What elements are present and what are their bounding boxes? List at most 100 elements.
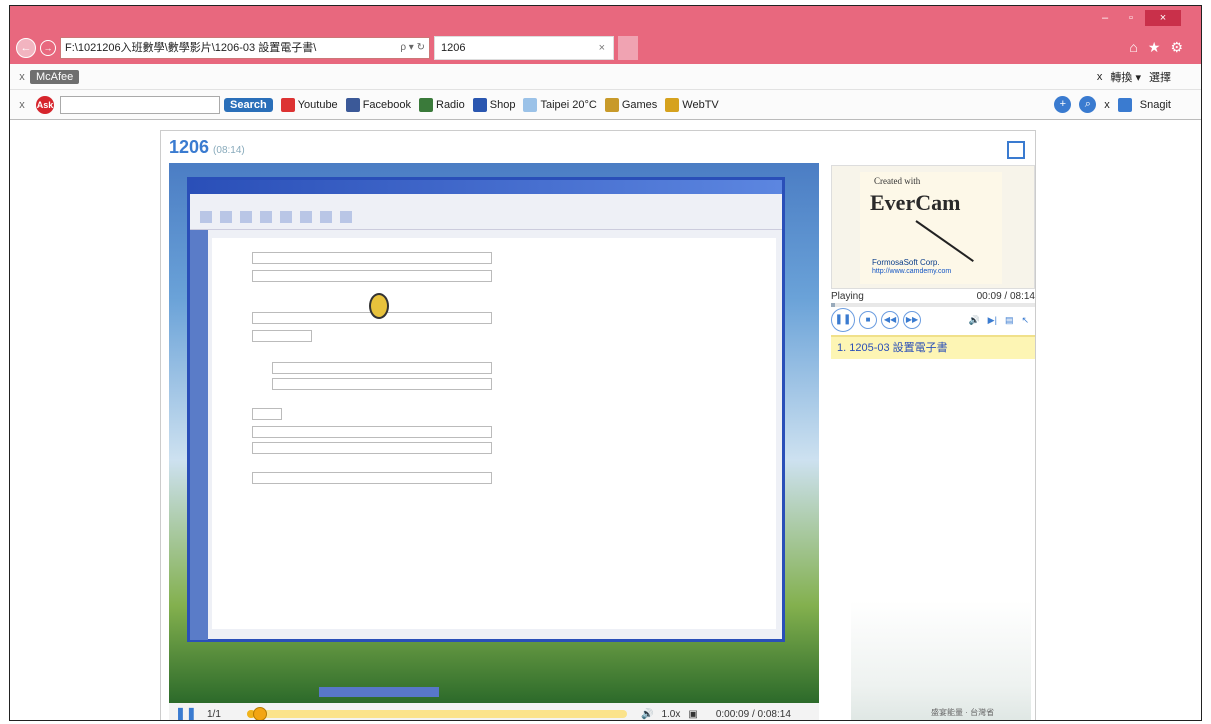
speed-label[interactable]: 1.0x <box>661 709 680 720</box>
tool-icon <box>220 210 232 223</box>
tool-icon <box>340 210 352 223</box>
convert-button[interactable]: 轉換 ▾ <box>1110 69 1141 85</box>
tab-active[interactable]: 1206 × <box>434 36 614 60</box>
layout-icon[interactable]: ▤ <box>1005 315 1014 326</box>
recorded-app-titlebar <box>190 180 782 194</box>
volume-icon[interactable]: 🔊 <box>641 709 653 720</box>
new-tab-button[interactable] <box>618 36 638 60</box>
pen-cursor-icon <box>369 293 389 319</box>
presenter-thumbnail: Created with EverCam FormosaSoft Corp. h… <box>831 165 1035 289</box>
close-button[interactable]: × <box>1145 10 1181 26</box>
volume-icon[interactable]: 🔊 <box>968 315 979 326</box>
snagit-button[interactable]: Snagit <box>1140 99 1171 111</box>
pause-button[interactable]: ❚❚ <box>175 706 197 720</box>
link-games[interactable]: Games <box>604 97 658 112</box>
stop-icon[interactable]: ■ <box>859 311 877 329</box>
link-label: Games <box>621 98 658 111</box>
evercam-logo: Created with EverCam FormosaSoft Corp. h… <box>860 172 1002 284</box>
link-label: Radio <box>436 98 465 111</box>
maximize-button[interactable]: ▫ <box>1119 10 1143 26</box>
video-duration: (08:14) <box>213 145 245 156</box>
tab-close-button[interactable]: × <box>599 37 613 59</box>
form-field <box>252 270 492 282</box>
control-icons: 🔊 1.0x ▣ <box>641 709 698 720</box>
fullscreen-icon[interactable] <box>1007 141 1025 159</box>
tool-icon <box>280 210 292 223</box>
decorative-landscape <box>851 601 1031 720</box>
link-youtube[interactable]: Youtube <box>280 97 338 112</box>
home-icon[interactable]: ⌂ <box>1129 39 1137 56</box>
snagit-icon <box>1117 97 1132 112</box>
link-label: Youtube <box>297 98 338 111</box>
address-bar[interactable]: F:\1021206入班數學\數學影片\1206-03 設置電子書\ ρ ▾ ↻ <box>60 37 430 59</box>
minimize-button[interactable]: – <box>1093 10 1117 26</box>
add-icon[interactable]: + <box>1054 96 1072 113</box>
pause-icon[interactable]: ❚❚ <box>831 308 855 332</box>
toolbar1-right: x 轉換 ▾ 選擇 <box>1097 69 1171 85</box>
seek-bar[interactable] <box>247 707 627 720</box>
brand-label: EverCam <box>870 190 961 215</box>
shop-icon <box>472 97 487 112</box>
toc-item[interactable]: 1. 1205-03 設置電子書 <box>831 335 1035 359</box>
facebook-icon <box>345 97 360 112</box>
seek-knob[interactable] <box>252 707 267 720</box>
form-field <box>252 426 492 438</box>
recorded-scrollbar <box>319 687 439 697</box>
link-radio[interactable]: Radio <box>419 97 465 112</box>
nav-row: ← → F:\1021206入班數學\數學影片\1206-03 設置電子書\ ρ… <box>16 36 638 60</box>
recorded-app-form <box>212 238 776 629</box>
url-label: http://www.camdemy.com <box>872 268 952 275</box>
recorded-app-sidebar <box>190 230 208 640</box>
pointer-icon <box>915 220 974 262</box>
cursor-icon[interactable]: ↖ <box>1021 315 1029 326</box>
ask-toolbar: x Ask Search Youtube Facebook Radio Shop… <box>10 90 1201 120</box>
form-field <box>272 362 492 374</box>
form-field <box>252 252 492 264</box>
video-frame[interactable] <box>169 163 819 703</box>
link-shop[interactable]: Shop <box>472 97 515 112</box>
search-input[interactable] <box>60 95 220 114</box>
form-field <box>252 408 282 420</box>
screen-icon[interactable]: ▣ <box>688 709 697 720</box>
tool-icon <box>240 210 252 223</box>
skip-icon[interactable]: ▶| <box>988 315 997 326</box>
search-icon[interactable]: ⌕ <box>1079 96 1097 113</box>
favorites-icon[interactable]: ★ <box>1148 39 1161 56</box>
toolbar2-right-close[interactable]: x <box>1104 99 1110 111</box>
tab-title: 1206 <box>441 42 466 54</box>
video-title: 1206 <box>169 137 210 157</box>
playback-status: Playing 00:09 / 08:14 <box>831 291 1035 302</box>
select-button[interactable]: 選擇 <box>1149 69 1171 85</box>
form-field <box>252 472 492 484</box>
toolbar1-right-close[interactable]: x <box>1097 71 1103 83</box>
evercam-player: 1206 (08:14) ❚❚ 1/1 🔊 1.0x ▣ 0:00:09 / 0… <box>160 130 1036 720</box>
link-webtv[interactable]: WebTV <box>665 97 719 112</box>
radio-icon <box>419 97 433 112</box>
back-button[interactable]: ← <box>16 38 36 58</box>
rewind-icon[interactable]: ◀◀ <box>881 311 899 329</box>
games-icon <box>604 97 619 112</box>
screen: – ▫ × ← → F:\1021206入班數學\數學影片\1206-03 設置… <box>9 5 1202 721</box>
player-title: 1206 (08:14) <box>169 137 245 158</box>
mcafee-button[interactable]: McAfee <box>30 69 80 84</box>
status-label: Playing <box>831 291 864 302</box>
search-button[interactable]: Search <box>224 97 273 112</box>
browser-tools: ⌂ ★ ⚙ <box>1129 39 1183 56</box>
address-tools[interactable]: ρ ▾ ↻ <box>400 38 429 58</box>
webtv-icon <box>665 97 680 112</box>
status-time: 00:09 / 08:14 <box>976 291 1035 302</box>
link-label: WebTV <box>682 98 719 111</box>
form-field <box>272 378 492 390</box>
forward-icon[interactable]: ▶▶ <box>903 311 921 329</box>
weather-icon <box>523 97 538 112</box>
tool-icon <box>200 210 212 223</box>
settings-icon[interactable]: ⚙ <box>1170 39 1183 56</box>
toolbar-close-button[interactable]: x <box>14 71 30 83</box>
toolbar2-close-button[interactable]: x <box>14 99 30 111</box>
forward-button[interactable]: → <box>40 40 56 56</box>
link-facebook[interactable]: Facebook <box>345 97 411 112</box>
link-weather[interactable]: Taipei 20°C <box>523 97 597 112</box>
link-label: Taipei 20°C <box>540 98 597 111</box>
footer-caption: 盛宴能量 · 台灣省 <box>931 708 995 717</box>
link-label: Facebook <box>362 98 411 111</box>
